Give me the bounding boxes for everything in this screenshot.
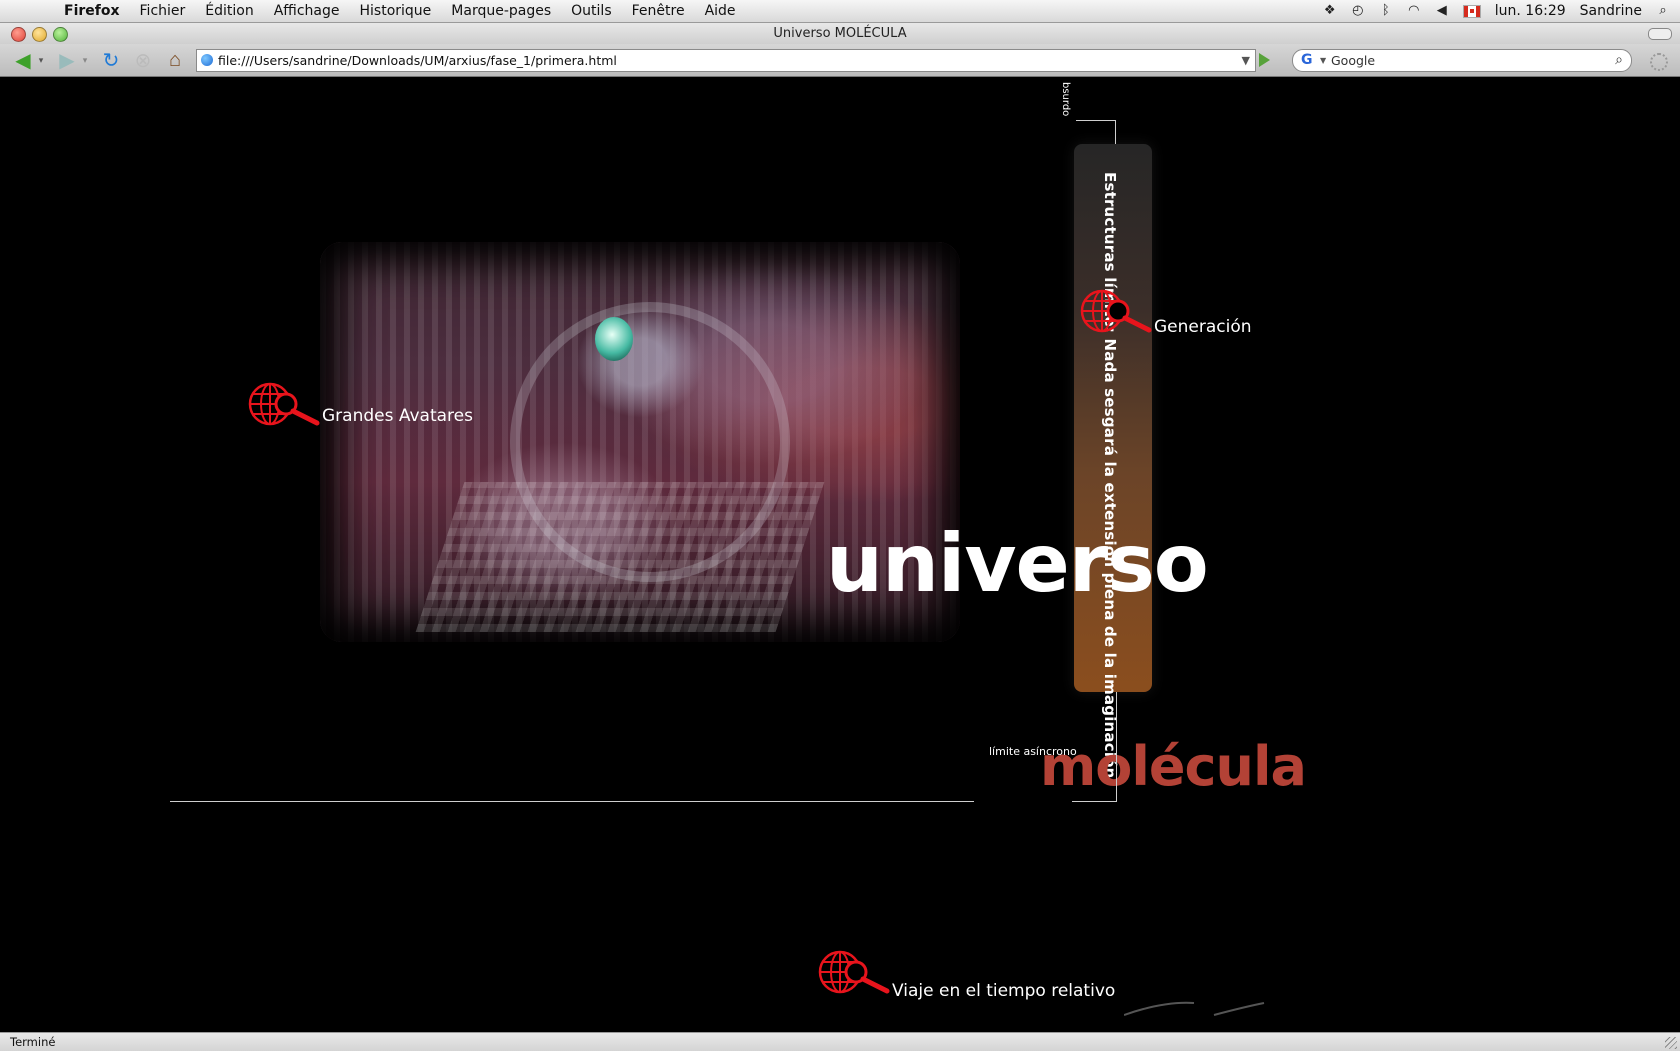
search-box[interactable]: G ▼ Google ⌕ xyxy=(1292,49,1632,72)
zoom-window-button[interactable] xyxy=(53,27,68,42)
status-text: Terminé xyxy=(10,1035,56,1049)
menu-fenetre[interactable]: Fenêtre xyxy=(622,3,695,19)
google-engine-icon[interactable]: G xyxy=(1301,52,1317,68)
menu-list: Firefox Fichier Édition Affichage Histor… xyxy=(54,3,746,19)
input-source-flag-icon[interactable] xyxy=(1462,4,1481,18)
photo-glowing-orb xyxy=(595,317,633,361)
globe-magnifier-icon xyxy=(818,950,890,994)
bluetooth-icon[interactable]: ᛒ xyxy=(1379,4,1393,18)
site-identity-icon[interactable] xyxy=(201,54,213,66)
forward-button-icon[interactable]: ▶ xyxy=(52,48,82,72)
minimize-window-button[interactable] xyxy=(32,27,47,42)
window-titlebar: Universo MOLÉCULA xyxy=(0,23,1680,44)
menubar-status-area: ❖ ◴ ᛒ ◠ ◀ lun. 16:29 Sandrine ⌕ xyxy=(1323,3,1670,19)
url-text: file:///Users/sandrine/Downloads/UM/arxi… xyxy=(218,53,617,68)
decorative-arc xyxy=(1124,1001,1265,1016)
page-content: Estructuras límite: Nada sesgará la exte… xyxy=(4,77,1676,1032)
horizontal-divider-line xyxy=(170,801,974,802)
stop-icon[interactable]: ⊗ xyxy=(130,48,156,72)
connector-line-bottom-h xyxy=(1072,801,1117,802)
link-grandes-avatares-label[interactable]: Grandes Avatares xyxy=(322,406,473,426)
dropbox-icon[interactable]: ❖ xyxy=(1323,4,1337,18)
url-history-dropdown-icon[interactable]: ▼ xyxy=(1242,50,1250,71)
url-bar[interactable]: file:///Users/sandrine/Downloads/UM/arxi… xyxy=(196,49,1256,72)
link-generacion[interactable]: Generación xyxy=(1080,289,1252,337)
connector-line-bottom-v xyxy=(1116,692,1117,802)
wifi-icon[interactable]: ◠ xyxy=(1407,4,1421,18)
limite-asincrono-label: límite asíncrono xyxy=(989,745,1077,758)
menu-app-firefox[interactable]: Firefox xyxy=(54,3,130,19)
menu-aide[interactable]: Aide xyxy=(695,3,746,19)
brand-molecula: molécula xyxy=(1040,735,1307,798)
reload-icon[interactable]: ↻ xyxy=(98,48,124,72)
menubar-clock[interactable]: lun. 16:29 xyxy=(1495,3,1566,19)
search-icon[interactable]: ⌕ xyxy=(1615,50,1623,71)
menu-outils[interactable]: Outils xyxy=(561,3,621,19)
forward-history-dropdown-icon[interactable]: ▾ xyxy=(80,48,90,72)
menu-affichage[interactable]: Affichage xyxy=(264,3,350,19)
time-machine-icon[interactable]: ◴ xyxy=(1351,4,1365,18)
toolbar-toggle-button[interactable] xyxy=(1648,28,1672,40)
menubar-user[interactable]: Sandrine xyxy=(1580,3,1642,19)
status-bar: Terminé xyxy=(0,1032,1680,1051)
window-title: Universo MOLÉCULA xyxy=(773,26,907,41)
search-input[interactable]: Google xyxy=(1331,50,1375,71)
engine-dropdown-icon[interactable]: ▼ xyxy=(1320,50,1326,71)
menu-fichier[interactable]: Fichier xyxy=(130,3,196,19)
back-button-icon[interactable]: ◀ xyxy=(8,48,38,72)
throbber-icon xyxy=(1650,53,1668,71)
globe-magnifier-icon xyxy=(248,382,320,426)
globe-magnifier-icon xyxy=(1080,289,1152,333)
home-icon[interactable]: ⌂ xyxy=(162,48,188,72)
link-viaje-tiempo[interactable]: Viaje en el tiempo relativo xyxy=(818,947,1115,1001)
mac-menubar: Firefox Fichier Édition Affichage Histor… xyxy=(0,0,1680,23)
menu-historique[interactable]: Historique xyxy=(350,3,442,19)
menu-edition[interactable]: Édition xyxy=(195,3,263,19)
menu-marque-pages[interactable]: Marque-pages xyxy=(441,3,561,19)
go-arrow-icon[interactable] xyxy=(1259,53,1270,67)
link-grandes-avatares[interactable]: Grandes Avatares xyxy=(248,382,473,430)
connector-line-top-v xyxy=(1115,120,1116,144)
connector-line-top-h xyxy=(1076,120,1116,121)
close-window-button[interactable] xyxy=(11,27,26,42)
absurdo-label: bsurdo xyxy=(1060,82,1071,117)
volume-icon[interactable]: ◀ xyxy=(1435,4,1449,18)
link-generacion-label[interactable]: Generación xyxy=(1154,317,1252,337)
resize-grip-icon[interactable] xyxy=(1665,1037,1677,1049)
back-history-dropdown-icon[interactable]: ▾ xyxy=(36,48,46,72)
brand-universo: universo xyxy=(826,517,1209,610)
link-viaje-label[interactable]: Viaje en el tiempo relativo xyxy=(892,981,1115,1001)
spotlight-icon[interactable]: ⌕ xyxy=(1656,4,1670,18)
browser-toolbar: ◀ ▾ ▶ ▾ ↻ ⊗ ⌂ file:///Users/sandrine/Dow… xyxy=(0,44,1680,77)
